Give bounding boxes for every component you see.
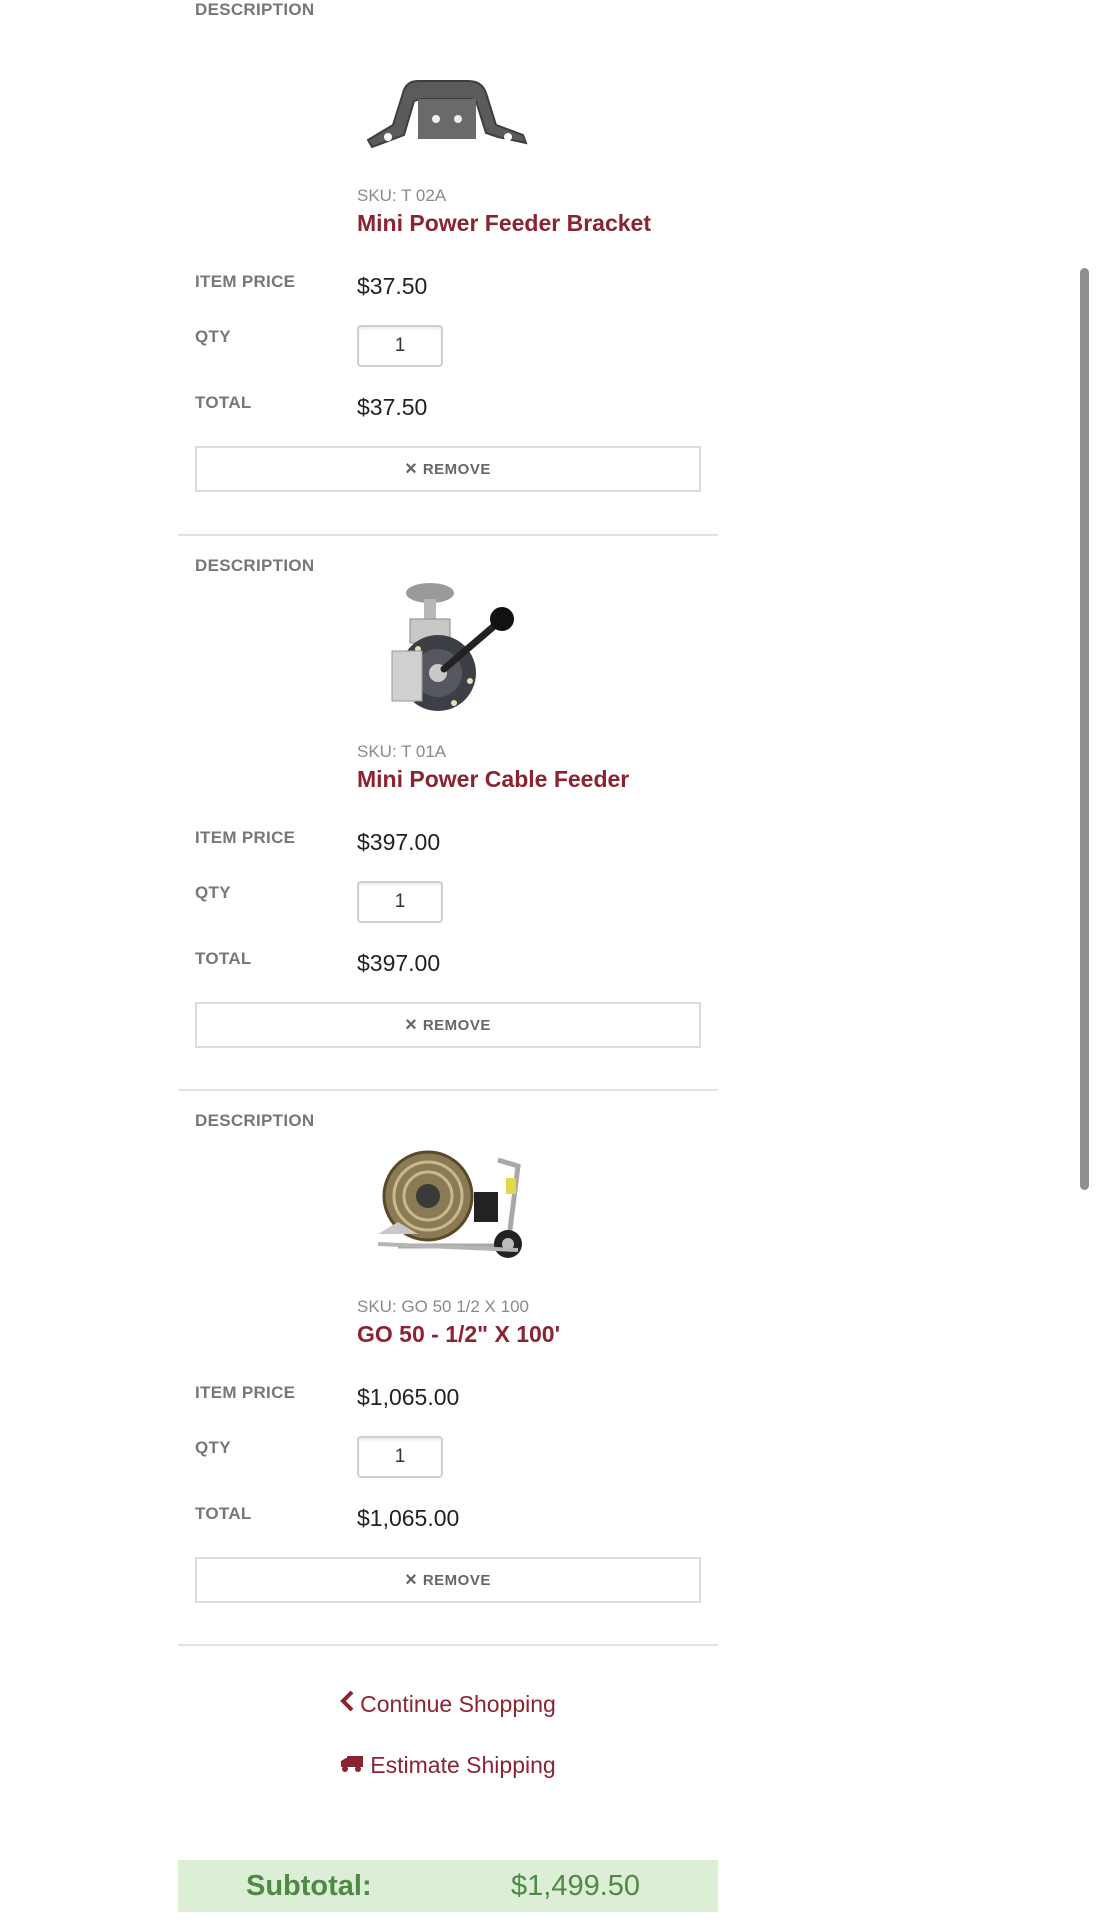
item-sku: SKU: T 01A [357,742,447,761]
chevron-left-icon [340,1690,354,1718]
bracket-image [358,15,538,165]
item-total-value: $37.50 [357,394,428,420]
close-icon: × [405,1014,417,1036]
scrollbar[interactable] [1080,268,1089,1190]
product-name-link[interactable]: GO 50 - 1/2" X 100' [357,1321,560,1348]
item-price-label: ITEM PRICE [195,828,296,847]
qty-input[interactable] [357,881,443,923]
subtotal-label: Subtotal: [246,1869,372,1902]
qty-label: QTY [195,883,231,902]
continue-shopping-label: Continue Shopping [360,1690,556,1717]
subtotal-bar: Subtotal: $1,499.50 [178,1860,718,1912]
qty-label: QTY [195,1438,231,1457]
description-label: DESCRIPTION [195,1111,315,1130]
description-label: DESCRIPTION [195,556,315,575]
item-total-value: $1,065.00 [357,1505,460,1531]
close-icon: × [405,1569,417,1591]
remove-label: REMOVE [422,1571,491,1589]
qty-input[interactable] [357,325,443,367]
cable-feeder-image [358,571,538,721]
remove-label: REMOVE [422,1016,491,1034]
description-label: DESCRIPTION [195,0,315,19]
drain-machine-image [358,1126,538,1276]
product-name-link[interactable]: Mini Power Feeder Bracket [357,210,651,237]
item-price-value: $397.00 [357,829,441,855]
cart-item: DESCRIPTION SKU: GO 50 1/2 X 100 GO 50 -… [178,1091,718,1646]
product-name-link[interactable]: Mini Power Cable Feeder [357,766,629,793]
qty-input[interactable] [357,1436,443,1478]
item-price-value: $37.50 [357,273,428,299]
total-label: TOTAL [195,949,252,968]
estimate-shipping-link[interactable]: Estimate Shipping [178,1752,718,1779]
item-total-value: $397.00 [357,950,441,976]
close-icon: × [405,458,417,480]
item-sku: SKU: T 02A [357,186,447,205]
item-price-label: ITEM PRICE [195,272,296,291]
cart-item: DESCRIPTION SKU: T 02A Mini Power Feeder… [178,0,718,536]
cart-items: DESCRIPTION SKU: T 02A Mini Power Feeder… [178,0,718,1646]
total-label: TOTAL [195,393,252,412]
item-price-label: ITEM PRICE [195,1383,296,1402]
remove-button[interactable]: × REMOVE [195,1002,701,1048]
estimate-shipping-label: Estimate Shipping [370,1752,556,1778]
cart-item: DESCRIPTION SKU: T 01A Mini Power Cable … [178,536,718,1091]
subtotal-value: $1,499.50 [511,1869,641,1902]
item-sku: SKU: GO 50 1/2 X 100 [357,1297,529,1316]
total-label: TOTAL [195,1504,252,1523]
remove-button[interactable]: × REMOVE [195,1557,701,1603]
continue-shopping-link[interactable]: Continue Shopping [178,1690,718,1718]
item-price-value: $1,065.00 [357,1384,460,1410]
qty-label: QTY [195,327,231,346]
remove-label: REMOVE [422,460,491,478]
remove-button[interactable]: × REMOVE [195,446,701,492]
truck-icon [340,1752,364,1779]
